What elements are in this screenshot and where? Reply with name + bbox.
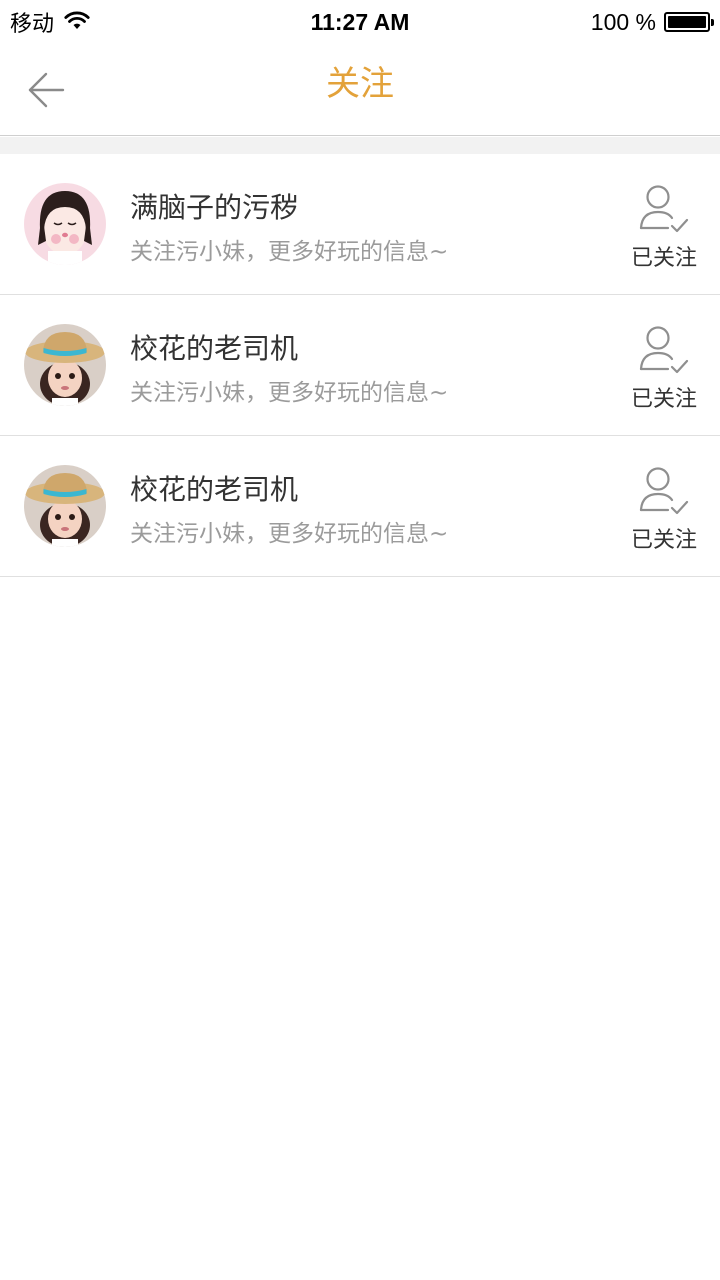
follow-status-label: 已关注: [630, 528, 697, 553]
user-description: 关注污小妹，更多好玩的信息~: [130, 239, 449, 265]
user-name: 校花的老司机: [130, 473, 299, 506]
followed-button[interactable]: 已关注: [630, 182, 698, 272]
followed-button[interactable]: 已关注: [630, 323, 698, 413]
battery-percent: 100 %: [590, 8, 656, 35]
avatar[interactable]: [24, 465, 106, 547]
avatar[interactable]: [24, 183, 106, 265]
user-description: 关注污小妹，更多好玩的信息~: [130, 521, 449, 547]
followed-button[interactable]: 已关注: [630, 464, 698, 554]
section-divider: [0, 137, 720, 154]
follow-status-label: 已关注: [630, 387, 697, 412]
status-bar: 移动 11:27 AM 100 %: [0, 0, 720, 44]
user-followed-icon: [639, 185, 689, 233]
follow-status-label: 已关注: [630, 246, 697, 271]
child-straw-hat-avatar-icon: [24, 324, 106, 406]
battery-level-fill: [668, 16, 706, 28]
page-title: 关注: [326, 64, 394, 104]
navigation-bar: 关注: [0, 44, 720, 136]
list-item[interactable]: 满脑子的污秽 关注污小妹，更多好玩的信息~ 已关注: [0, 154, 720, 295]
user-description: 关注污小妹，更多好玩的信息~: [130, 380, 449, 406]
user-name: 校花的老司机: [130, 332, 299, 365]
follow-list: 满脑子的污秽 关注污小妹，更多好玩的信息~ 已关注 校花的老司机 关注污小妹，更…: [0, 154, 720, 577]
child-straw-hat-avatar-icon: [24, 465, 106, 547]
list-item[interactable]: 校花的老司机 关注污小妹，更多好玩的信息~ 已关注: [0, 436, 720, 577]
battery-icon: [664, 12, 714, 32]
status-right: 100 %: [590, 6, 714, 38]
cartoon-girl-avatar-icon: [24, 183, 106, 265]
list-item[interactable]: 校花的老司机 关注污小妹，更多好玩的信息~ 已关注: [0, 295, 720, 436]
user-followed-icon: [639, 467, 689, 515]
user-followed-icon: [639, 326, 689, 374]
avatar[interactable]: [24, 324, 106, 406]
user-name: 满脑子的污秽: [130, 191, 299, 224]
